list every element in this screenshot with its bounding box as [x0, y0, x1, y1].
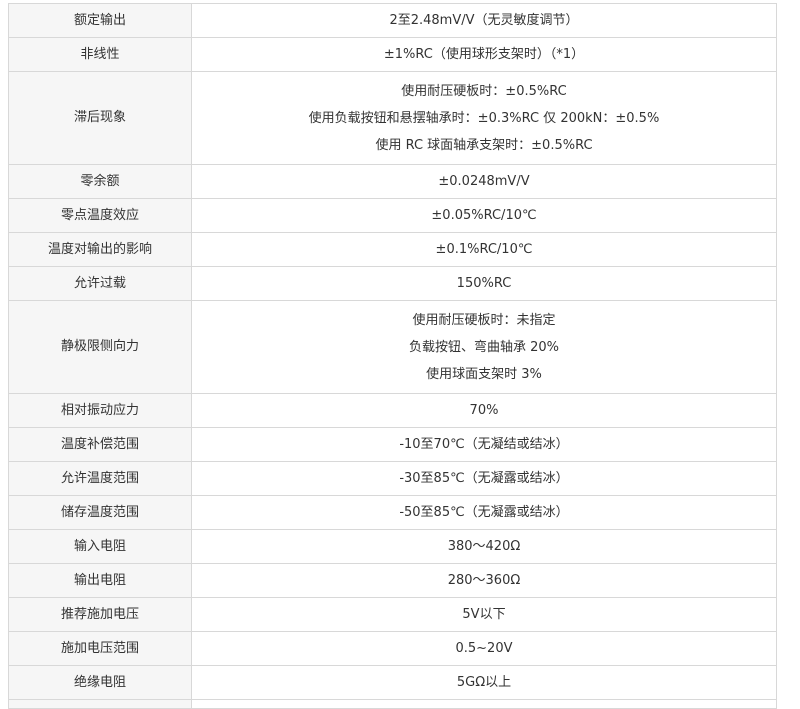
- table-row: 额定输出 2至2.48mV/V（无灵敏度调节）: [8, 3, 777, 38]
- table-row: 推荐施加电压 5V以下: [8, 597, 777, 632]
- table-row: 施加电压范围 0.5~20V: [8, 631, 777, 666]
- spec-value-line: -50至85℃（无凝露或结冰）: [399, 505, 569, 520]
- spec-value: 使用耐压硬板时：±0.5%RC 使用负载按钮和悬摆轴承时：±0.3%RC 仅 20…: [191, 71, 777, 165]
- table-row: 零点温度效应 ±0.05%RC/10℃: [8, 198, 777, 233]
- spec-label: 温度对输出的影响: [8, 232, 192, 267]
- spec-table-body: 额定输出 2至2.48mV/V（无灵敏度调节） 非线性 ±1%RC（使用球形支架时）（…: [8, 3, 777, 709]
- spec-value: 2至2.48mV/V（无灵敏度调节）: [191, 3, 777, 38]
- spec-value: 5V以下: [191, 597, 777, 632]
- spec-label: 零余额: [8, 164, 192, 199]
- spec-table: 额定输出 2至2.48mV/V（无灵敏度调节） 非线性 ±1%RC（使用球形支架时）（…: [8, 3, 777, 709]
- spec-value-line: 5GΩ以上: [456, 675, 512, 690]
- table-row: 绝缘电阻 5GΩ以上: [8, 665, 777, 700]
- spec-label: 零点温度效应: [8, 198, 192, 233]
- spec-value: -50至85℃（无凝露或结冰）: [191, 495, 777, 530]
- spec-value-line: -30至85℃（无凝露或结冰）: [399, 471, 569, 486]
- spec-label: 施加电压范围: [8, 631, 192, 666]
- table-row: 输入电阻 380～420Ω: [8, 529, 777, 564]
- table-row: 允许过载 150%RC: [8, 266, 777, 301]
- spec-label: 静极限侧向力: [8, 300, 192, 394]
- table-row: 非线性 ±1%RC（使用球形支架时）（*1）: [8, 37, 777, 72]
- spec-value: ±0.05%RC/10℃: [191, 198, 777, 233]
- spec-value-line: ±0.1%RC/10℃: [435, 242, 533, 257]
- table-row: 温度对输出的影响 ±0.1%RC/10℃: [8, 232, 777, 267]
- spec-value: 70%: [191, 393, 777, 428]
- spec-value-line: 5V以下: [462, 607, 506, 622]
- spec-value: -10至70℃（无凝结或结冰）: [191, 427, 777, 462]
- spec-value-line: -10至70℃（无凝结或结冰）: [399, 437, 569, 452]
- spec-label: 输入电阻: [8, 529, 192, 564]
- spec-value-line: 150%RC: [456, 276, 512, 291]
- spec-label: 推荐施加电压: [8, 597, 192, 632]
- spec-value-line: 380～420Ω: [447, 539, 521, 554]
- spec-value: ±0.1%RC/10℃: [191, 232, 777, 267]
- table-row: 允许温度范围 -30至85℃（无凝露或结冰）: [8, 461, 777, 496]
- spec-label: 滞后现象: [8, 71, 192, 165]
- spec-value: -30至85℃（无凝露或结冰）: [191, 461, 777, 496]
- spec-label: 温度补偿范围: [8, 427, 192, 462]
- spec-value-line: 使用耐压硬板时：未指定: [412, 312, 556, 328]
- spec-value: 380～420Ω: [191, 529, 777, 564]
- spec-value: 280～360Ω: [191, 563, 777, 598]
- spec-label: 相对振动应力: [8, 393, 192, 428]
- table-row: 相对振动应力 70%: [8, 393, 777, 428]
- spec-value-line: 使用耐压硬板时：±0.5%RC: [401, 83, 567, 99]
- spec-label: 允许过载: [8, 266, 192, 301]
- spec-value: 5GΩ以上: [191, 665, 777, 700]
- spec-value-line: 0.5~20V: [455, 641, 513, 656]
- spec-value-line: ±1%RC（使用球形支架时）（*1）: [383, 47, 585, 62]
- spec-value: 150%RC: [191, 266, 777, 301]
- spec-label: 允许温度范围: [8, 461, 192, 496]
- spec-value-line: 负载按钮、弯曲轴承 20%: [408, 339, 560, 355]
- table-row: 滞后现象 使用耐压硬板时：±0.5%RC 使用负载按钮和悬摆轴承时：±0.3%RC …: [8, 71, 777, 165]
- spec-value: 0.5~20V: [191, 631, 777, 666]
- spec-value-line: 2至2.48mV/V（无灵敏度调节）: [389, 13, 579, 28]
- spec-label: 储存温度范围: [8, 495, 192, 530]
- spec-label: 绝缘电阻: [8, 665, 192, 700]
- spec-value: ±0.0248mV/V: [191, 164, 777, 199]
- spec-value: 使用耐压硬板时：未指定 负载按钮、弯曲轴承 20% 使用球面支架时 3%: [191, 300, 777, 394]
- table-row: 零余额 ±0.0248mV/V: [8, 164, 777, 199]
- spec-value-line: 70%: [469, 403, 499, 418]
- spec-label: 非线性: [8, 37, 192, 72]
- spec-value: ±1%RC（使用球形支架时）（*1）: [191, 37, 777, 72]
- table-row: 输出电阻 280～360Ω: [8, 563, 777, 598]
- spec-value-line: ±0.05%RC/10℃: [431, 208, 537, 223]
- table-row: 静极限侧向力 使用耐压硬板时：未指定 负载按钮、弯曲轴承 20% 使用球面支架时 3%: [8, 300, 777, 394]
- spec-label: 输出电阻: [8, 563, 192, 598]
- spec-label: 额定输出: [8, 3, 192, 38]
- spec-value-line: ±0.0248mV/V: [438, 174, 530, 189]
- spec-value-line: 280～360Ω: [447, 573, 521, 588]
- spec-value-line: 使用负载按钮和悬摆轴承时：±0.3%RC 仅 200kN：±0.5%: [308, 110, 660, 126]
- spec-value-line: 使用 RC 球面轴承支架时：±0.5%RC: [375, 137, 593, 153]
- table-row: 储存温度范围 -50至85℃（无凝露或结冰）: [8, 495, 777, 530]
- table-row: 温度补偿范围 -10至70℃（无凝结或结冰）: [8, 427, 777, 462]
- spec-value-line: 使用球面支架时 3%: [426, 366, 542, 382]
